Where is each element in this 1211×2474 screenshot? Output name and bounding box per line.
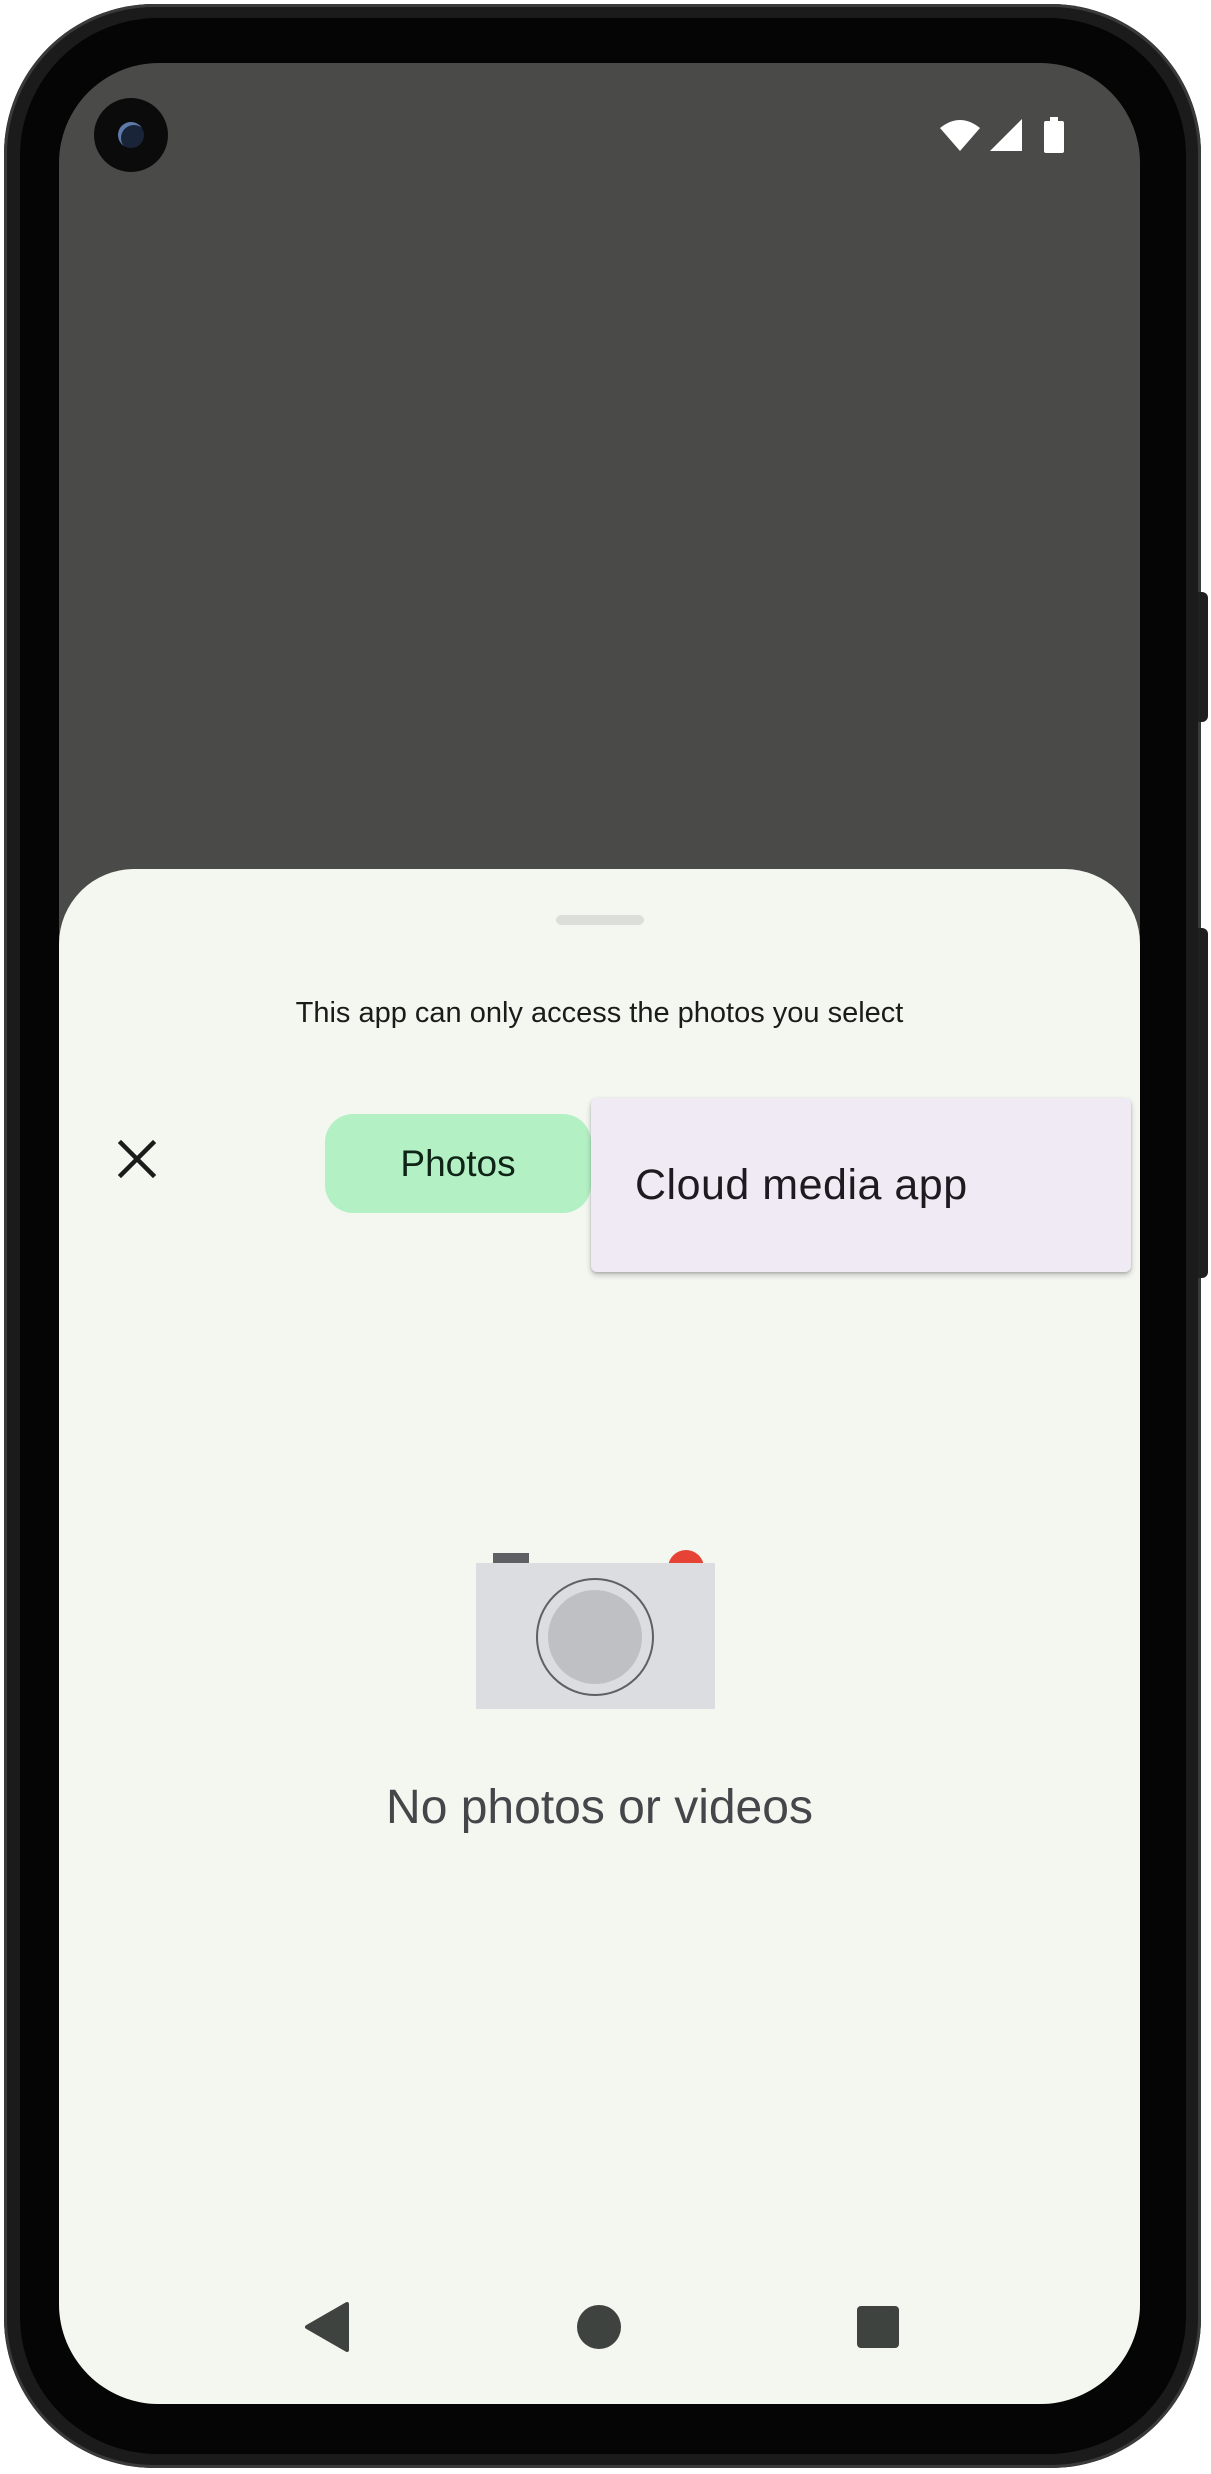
menu-item-cloud-media-app[interactable]: Cloud media app	[591, 1098, 1131, 1272]
tab-photos-label: Photos	[400, 1142, 516, 1184]
battery-icon	[1043, 117, 1065, 153]
close-icon	[117, 1139, 157, 1184]
home-icon	[576, 2304, 622, 2355]
photo-picker-sheet: This app can only access the photos you …	[59, 869, 1140, 2404]
home-button[interactable]	[564, 2294, 634, 2364]
camera-lens	[118, 122, 144, 148]
status-icons	[939, 115, 1065, 155]
back-button[interactable]	[291, 2294, 361, 2364]
close-button[interactable]	[107, 1131, 167, 1191]
camera-illustration	[475, 1544, 723, 1719]
cellular-signal-icon	[989, 118, 1023, 152]
device: This app can only access the photos you …	[0, 0, 1211, 2474]
picker-subtitle: This app can only access the photos you …	[295, 997, 904, 1029]
overflow-dropdown-menu: Cloud media app	[591, 1098, 1131, 1272]
front-camera	[94, 98, 168, 172]
recents-button[interactable]	[843, 2294, 913, 2364]
drag-handle[interactable]	[556, 915, 644, 925]
power-button	[1198, 592, 1208, 722]
back-icon	[303, 2301, 349, 2357]
tab-photos[interactable]: Photos	[325, 1114, 591, 1213]
menu-item-label: Cloud media app	[635, 1160, 968, 1209]
status-bar	[59, 63, 1140, 203]
navigation-bar	[59, 2284, 1140, 2404]
volume-rocker	[1198, 928, 1208, 1278]
recents-icon	[856, 2305, 900, 2354]
wifi-icon	[939, 118, 981, 152]
screen: This app can only access the photos you …	[59, 63, 1140, 2404]
empty-state-label: No photos or videos	[386, 1781, 813, 1834]
